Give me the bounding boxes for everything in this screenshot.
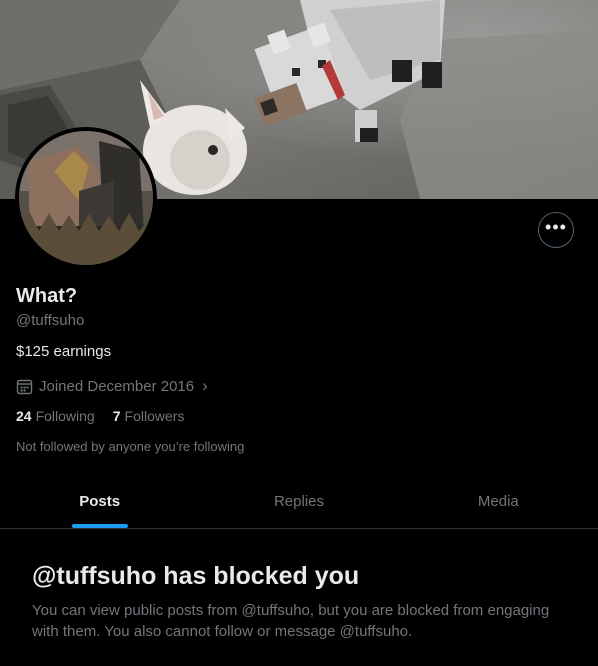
followers-link[interactable]: 7 Followers bbox=[113, 408, 185, 424]
profile-page: ••• What? @tuffsuho $125 earnings Joined… bbox=[0, 0, 598, 666]
following-link[interactable]: 24 Following bbox=[16, 408, 95, 424]
tab-media[interactable]: Media bbox=[399, 475, 598, 528]
tab-media-label: Media bbox=[477, 493, 519, 510]
more-options-button[interactable]: ••• bbox=[538, 212, 574, 248]
more-options-label: ••• bbox=[545, 217, 567, 237]
joined-date: Joined December 2016 bbox=[39, 377, 195, 395]
blocked-message: You can view public posts from @tuffsuho… bbox=[32, 602, 550, 640]
blocked-title: @tuffsuho has blocked you bbox=[32, 562, 360, 590]
active-tab-indicator bbox=[71, 524, 128, 528]
profile-handle: @tuffsuho bbox=[16, 312, 85, 329]
tab-replies-label: Replies bbox=[273, 493, 324, 510]
profile-avatar[interactable] bbox=[15, 127, 157, 269]
chevron-right-icon: › bbox=[202, 376, 208, 395]
joined-date-row[interactable]: Joined December 2016 › bbox=[16, 376, 208, 396]
following-label: Following bbox=[35, 408, 95, 424]
profile-bio: $125 earnings bbox=[16, 343, 112, 360]
followers-label: Followers bbox=[124, 408, 185, 424]
display-name: What? bbox=[16, 285, 78, 307]
following-count: 24 bbox=[16, 408, 32, 424]
tab-posts-label: Posts bbox=[79, 493, 121, 510]
tab-posts[interactable]: Posts bbox=[0, 475, 199, 528]
follow-stats: 24 Following 7 Followers bbox=[16, 408, 184, 424]
profile-tabs: Posts Replies Media bbox=[0, 475, 598, 529]
followers-count: 7 bbox=[112, 408, 121, 424]
avatar-image bbox=[19, 131, 153, 265]
not-followed-note: Not followed by anyone you’re following bbox=[16, 439, 245, 454]
calendar-icon bbox=[16, 379, 33, 394]
tab-replies[interactable]: Replies bbox=[199, 475, 398, 528]
